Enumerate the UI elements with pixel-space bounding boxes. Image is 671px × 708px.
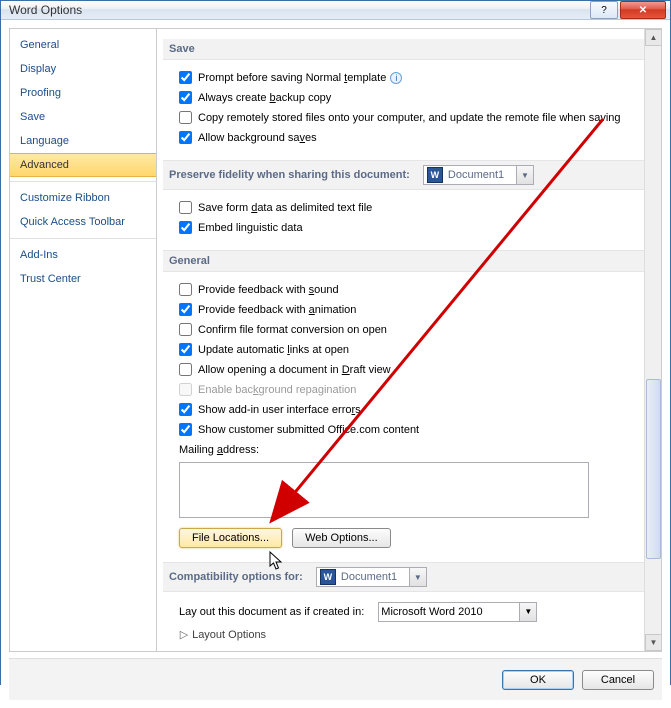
web-options-button[interactable]: Web Options... xyxy=(292,528,391,548)
nav-display[interactable]: Display xyxy=(10,57,156,81)
layout-as-combo[interactable]: Microsoft Word 2010 ▼ xyxy=(378,602,537,622)
opt-office-content: Show customer submitted Office.com conte… xyxy=(171,420,643,440)
close-button[interactable]: ✕ xyxy=(620,1,666,19)
info-icon[interactable]: i xyxy=(390,72,402,84)
nav-quick-access-toolbar[interactable]: Quick Access Toolbar xyxy=(10,210,156,234)
ok-button[interactable]: OK xyxy=(502,670,574,690)
word-icon: W xyxy=(320,569,336,585)
help-button[interactable]: ? xyxy=(590,1,618,19)
nav-add-ins[interactable]: Add-Ins xyxy=(10,243,156,267)
word-options-dialog: Word Options ? ✕ General Display Proofin… xyxy=(0,0,671,685)
word-icon: W xyxy=(427,167,443,183)
nav-trust-center[interactable]: Trust Center xyxy=(10,267,156,291)
chk-save-form[interactable] xyxy=(179,201,192,214)
chk-sound[interactable] xyxy=(179,283,192,296)
group-save-heading: Save xyxy=(163,39,651,60)
scroll-thumb[interactable] xyxy=(646,379,661,559)
opt-embed-ling: Embed linguistic data xyxy=(171,218,643,238)
layout-as-row: Lay out this document as if created in: … xyxy=(171,600,643,624)
general-button-row: File Locations... Web Options... xyxy=(171,518,643,556)
lbl-embed-ling: Embed linguistic data xyxy=(198,220,303,236)
nav-advanced[interactable]: Advanced xyxy=(10,153,156,177)
nav-customize-ribbon[interactable]: Customize Ribbon xyxy=(10,186,156,210)
opt-animation: Provide feedback with animation xyxy=(171,300,643,320)
scroll-up-button[interactable]: ▲ xyxy=(645,29,662,46)
opt-addin-errors: Show add-in user interface errors xyxy=(171,400,643,420)
category-nav: General Display Proofing Save Language A… xyxy=(9,28,157,652)
opt-prompt-normal: Prompt before saving Normal templatei xyxy=(171,68,643,88)
chk-office-content[interactable] xyxy=(179,423,192,436)
chk-animation[interactable] xyxy=(179,303,192,316)
layout-options-tree[interactable]: ▷ Layout Options xyxy=(171,624,643,641)
chk-copy-remote[interactable] xyxy=(179,111,192,124)
chk-bg-saves[interactable] xyxy=(179,131,192,144)
chk-repagination xyxy=(179,383,192,396)
chk-backup[interactable] xyxy=(179,91,192,104)
file-locations-button[interactable]: File Locations... xyxy=(179,528,282,548)
chk-draft[interactable] xyxy=(179,363,192,376)
expand-icon: ▷ xyxy=(179,628,189,641)
group-preserve-heading: Preserve fidelity when sharing this docu… xyxy=(163,160,651,190)
titlebar: Word Options ? ✕ xyxy=(1,1,670,20)
nav-save[interactable]: Save xyxy=(10,105,156,129)
content-pane: Save Prompt before saving Normal templat… xyxy=(157,28,662,652)
opt-repagination: Enable background repagination xyxy=(171,380,643,400)
nav-separator xyxy=(10,181,156,182)
chk-update-links[interactable] xyxy=(179,343,192,356)
opt-confirm-format: Confirm file format conversion on open xyxy=(171,320,643,340)
opt-draft: Allow opening a document in Draft view xyxy=(171,360,643,380)
lbl-mailing-address: Mailing address: xyxy=(179,442,259,458)
lbl-save-form: Save form data as delimited text file xyxy=(198,200,372,216)
lbl-backup: Always create backup copy xyxy=(198,90,331,106)
nav-separator xyxy=(10,238,156,239)
chevron-down-icon: ▼ xyxy=(409,568,426,586)
lbl-copy-remote: Copy remotely stored files onto your com… xyxy=(198,110,621,126)
nav-proofing[interactable]: Proofing xyxy=(10,81,156,105)
lbl-layout-as: Lay out this document as if created in: xyxy=(179,604,364,620)
chevron-down-icon: ▼ xyxy=(516,166,533,184)
chk-prompt-normal[interactable] xyxy=(179,71,192,84)
chevron-down-icon: ▼ xyxy=(519,603,536,621)
nav-language[interactable]: Language xyxy=(10,129,156,153)
mailing-address-row: Mailing address: xyxy=(171,440,643,460)
scroll-down-button[interactable]: ▼ xyxy=(645,634,662,651)
chk-confirm-format[interactable] xyxy=(179,323,192,336)
opt-bg-saves: Allow background saves xyxy=(171,128,643,148)
chk-addin-errors[interactable] xyxy=(179,403,192,416)
dialog-footer: OK Cancel xyxy=(9,658,662,700)
opt-sound: Provide feedback with sound xyxy=(171,280,643,300)
client-area: General Display Proofing Save Language A… xyxy=(1,20,670,708)
nav-general[interactable]: General xyxy=(10,33,156,57)
opt-backup: Always create backup copy xyxy=(171,88,643,108)
group-compat-heading: Compatibility options for: W Document1 ▼ xyxy=(163,562,651,592)
preserve-doc-combo[interactable]: W Document1 ▼ xyxy=(423,165,534,185)
lbl-bg-saves: Allow background saves xyxy=(198,130,317,146)
opt-update-links: Update automatic links at open xyxy=(171,340,643,360)
lbl-prompt-normal: Prompt before saving Normal templatei xyxy=(198,70,402,86)
window-title: Word Options xyxy=(9,3,588,17)
group-general-heading: General xyxy=(163,250,651,272)
cancel-button[interactable]: Cancel xyxy=(582,670,654,690)
vertical-scrollbar[interactable]: ▲ ▼ xyxy=(644,29,661,651)
opt-save-form: Save form data as delimited text file xyxy=(171,198,643,218)
compat-doc-combo[interactable]: W Document1 ▼ xyxy=(316,567,427,587)
mailing-address-input[interactable] xyxy=(179,462,589,518)
chk-embed-ling[interactable] xyxy=(179,221,192,234)
opt-copy-remote: Copy remotely stored files onto your com… xyxy=(171,108,643,128)
